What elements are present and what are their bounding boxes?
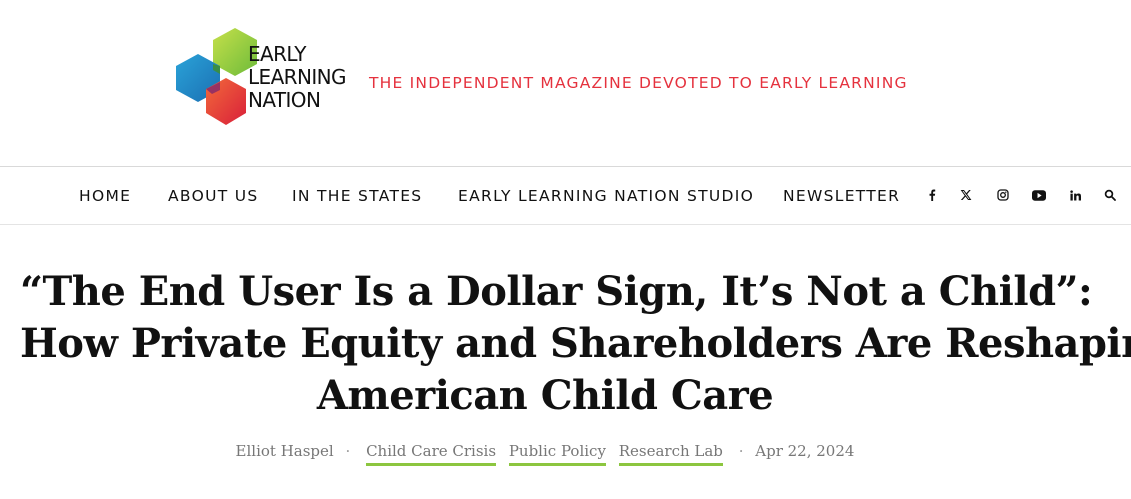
nav-item-newsletter[interactable]: NEWSLETTER bbox=[783, 187, 900, 205]
site-header: EARLY LEARNING NATION THE INDEPENDENT MA… bbox=[0, 0, 1131, 166]
article-meta: Elliot Haspel · Child Care Crisis Public… bbox=[0, 442, 1090, 466]
article-date: Apr 22, 2024 bbox=[755, 442, 855, 460]
youtube-icon[interactable] bbox=[1031, 187, 1047, 203]
article-title-line-2: How Private Equity and Shareholders Are … bbox=[20, 320, 1131, 367]
meta-separator: · bbox=[738, 442, 744, 460]
article-title: “The End User Is a Dollar Sign, It’s Not… bbox=[20, 266, 1131, 422]
category-child-care-crisis[interactable]: Child Care Crisis bbox=[366, 442, 497, 466]
search-icon[interactable] bbox=[1102, 187, 1118, 203]
nav-item-about-us[interactable]: ABOUT US bbox=[168, 187, 259, 205]
nav-item-studio[interactable]: EARLY LEARNING NATION STUDIO bbox=[458, 187, 754, 205]
meta-separator: · bbox=[345, 442, 351, 460]
facebook-icon[interactable] bbox=[924, 187, 940, 203]
nav-item-home[interactable]: HOME bbox=[79, 187, 131, 205]
logo-wordmark[interactable]: EARLY LEARNING NATION bbox=[248, 43, 368, 112]
nav-item-in-the-states[interactable]: IN THE STATES bbox=[292, 187, 422, 205]
category-public-policy[interactable]: Public Policy bbox=[508, 442, 606, 466]
article-title-line-1: “The End User Is a Dollar Sign, It’s Not… bbox=[20, 268, 1093, 315]
instagram-icon[interactable] bbox=[995, 187, 1011, 203]
site-tagline: THE INDEPENDENT MAGAZINE DEVOTED TO EARL… bbox=[369, 74, 908, 92]
x-icon[interactable] bbox=[958, 187, 974, 203]
logo-line-2: LEARNING bbox=[248, 65, 346, 89]
logo-line-3: NATION bbox=[248, 88, 321, 112]
article-author[interactable]: Elliot Haspel bbox=[236, 442, 334, 460]
logo-line-1: EARLY bbox=[248, 42, 307, 66]
article-title-line-3: American Child Care bbox=[316, 372, 774, 419]
category-research-lab[interactable]: Research Lab bbox=[618, 442, 723, 466]
linkedin-icon[interactable] bbox=[1067, 187, 1083, 203]
main-navigation: HOME ABOUT US IN THE STATES EARLY LEARNI… bbox=[0, 166, 1131, 225]
